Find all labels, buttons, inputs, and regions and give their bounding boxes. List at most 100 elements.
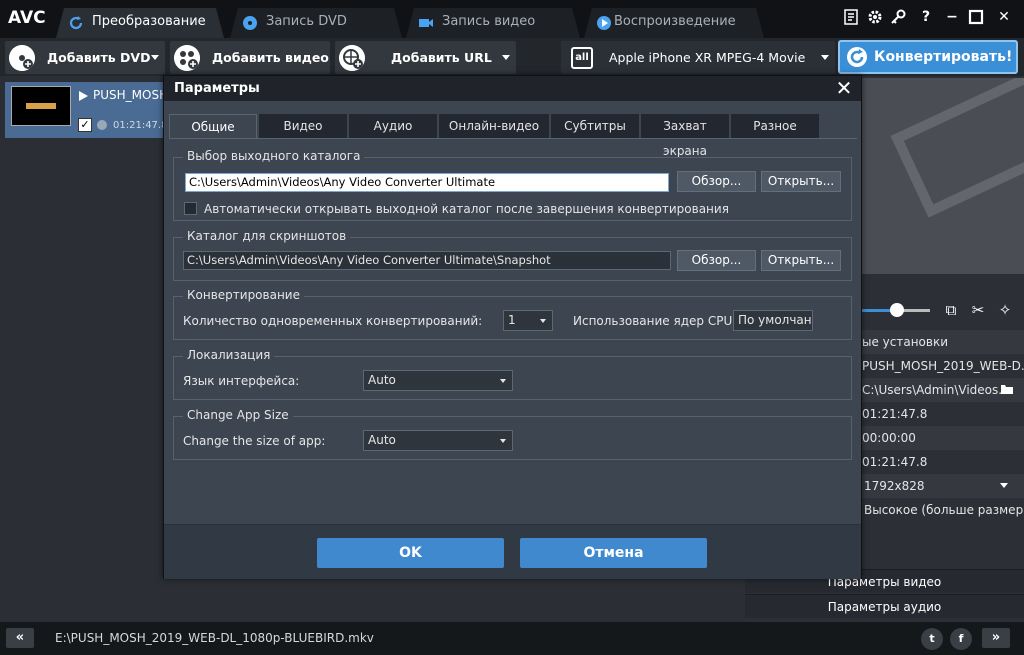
dialog-title-bar: Параметры <box>164 76 861 101</box>
group-label: Выбор выходного каталога <box>183 149 365 163</box>
tab-label: Запись видео <box>442 14 536 29</box>
tab-playback[interactable]: Воспроизведение <box>584 8 764 38</box>
close-icon[interactable]: ✕ <box>996 9 1012 25</box>
prop-quality[interactable]: Высокое (больше размер <box>860 498 1024 522</box>
collapse-left-button[interactable]: « <box>6 628 34 648</box>
chevron-down-icon[interactable] <box>502 55 510 60</box>
chevron-down-icon[interactable] <box>821 55 829 60</box>
status-bar: « E:\PUSH_MOSH_2019_WEB-DL_1080p-BLUEBIR… <box>0 622 1024 655</box>
facebook-icon[interactable]: f <box>950 628 972 650</box>
ok-button[interactable]: OK <box>317 538 504 568</box>
tab-dvd-burn[interactable]: Запись DVD <box>230 8 402 38</box>
snapshot-path-field[interactable]: C:\Users\Admin\Videos\Any Video Converte… <box>183 251 671 270</box>
play-icon[interactable] <box>77 90 89 102</box>
language-value: Auto <box>368 373 396 387</box>
prop-end-time[interactable]: 01:21:47.8 <box>860 450 1024 474</box>
tab-general[interactable]: Общие <box>169 114 257 139</box>
minimize-icon[interactable]: − <box>944 9 960 25</box>
add-video-icon <box>174 45 200 71</box>
globe-icon <box>339 45 365 71</box>
cancel-button[interactable]: Отмена <box>520 538 707 568</box>
properties-header: ые установки <box>860 330 1024 354</box>
output-open-button[interactable]: Открыть... <box>761 171 841 192</box>
prop-name[interactable]: PUSH_MOSH_2019_WEB-D... <box>860 354 1024 378</box>
output-path-field[interactable]: C:\Users\Admin\Videos\Any Video Converte… <box>185 173 669 192</box>
tab-label: Преобразование <box>92 14 206 29</box>
add-video-button[interactable]: Добавить видео <box>170 41 330 74</box>
auto-open-label: Автоматически открывать выходной каталог… <box>204 202 729 216</box>
maximize-icon[interactable] <box>968 9 984 25</box>
prop-start-time[interactable]: 00:00:00 <box>860 426 1024 450</box>
dialog-footer: OK Отмена <box>164 524 861 579</box>
chevron-down-icon <box>500 439 506 443</box>
file-name: PUSH_MOSH_2019_WEB-DL_1080p-BLUEBIRD.mkv <box>93 88 165 102</box>
profile-select[interactable]: all Apple iPhone XR MPEG-4 Movie (*.m... <box>561 41 835 98</box>
tab-online-video[interactable]: Онлайн-видео <box>439 114 549 139</box>
tab-label: Запись DVD <box>266 14 347 29</box>
expand-right-button[interactable]: » <box>982 628 1010 648</box>
prop-duration: 01:21:47.8 <box>862 407 928 421</box>
snapshot-browse-button[interactable]: Обзор... <box>677 250 756 271</box>
video-thumbnail <box>11 86 71 126</box>
conversion-group: Конвертирование Количество одновременных… <box>173 288 852 340</box>
auto-open-checkbox[interactable] <box>184 202 197 215</box>
cpu-value: По умолчани <box>738 313 813 327</box>
convert-refresh-icon <box>847 47 867 67</box>
tab-misc[interactable]: Разное <box>731 114 819 139</box>
chevron-down-icon[interactable] <box>151 55 159 60</box>
convert-label: Конвертировать! <box>874 49 1013 65</box>
snapshot-folder-group: Каталог для скриншотов C:\Users\Admin\Vi… <box>173 229 852 281</box>
magic-wand-icon[interactable]: ✧ <box>996 301 1014 319</box>
add-dvd-button[interactable]: Добавить DVD <box>5 41 165 74</box>
language-label: Язык интерфейса: <box>183 374 300 388</box>
group-label: Change App Size <box>183 408 293 422</box>
convert-button[interactable]: Конвертировать! <box>838 40 1018 74</box>
add-dvd-label: Добавить DVD <box>47 50 151 65</box>
app-size-group: Change App Size Change the size of app: … <box>173 408 852 460</box>
tab-subtitles[interactable]: Субтитры <box>551 114 639 139</box>
prop-output-dir-value: C:\Users\Admin\Videos... <box>862 383 1010 397</box>
tab-audio[interactable]: Аудио <box>349 114 437 139</box>
help-icon[interactable]: ? <box>918 9 934 25</box>
add-dvd-icon <box>9 45 35 71</box>
group-label: Локализация <box>183 348 275 362</box>
tab-video[interactable]: Видео <box>259 114 347 139</box>
add-url-label: Добавить URL <box>391 50 492 65</box>
slider-knob[interactable] <box>890 303 904 317</box>
dialog-close-icon[interactable]: ✕ <box>833 77 855 99</box>
menu-list-icon[interactable] <box>844 9 860 25</box>
folder-icon[interactable] <box>1000 383 1014 395</box>
localization-group: Локализация Язык интерфейса: Auto <box>173 348 852 400</box>
cpu-label: Использование ядер CPU <box>573 314 733 328</box>
cpu-select[interactable]: По умолчани <box>733 310 813 331</box>
tab-screen-capture[interactable]: Захват экрана <box>641 114 729 158</box>
simultaneous-value: 1 <box>508 313 516 327</box>
gear-icon[interactable] <box>867 9 883 25</box>
simultaneous-label: Количество одновременных конвертирований… <box>183 314 483 328</box>
snapshot-open-button[interactable]: Открыть... <box>761 250 841 271</box>
key-icon[interactable] <box>890 9 906 25</box>
app-size-select[interactable]: Auto <box>363 430 513 451</box>
copy-icon[interactable]: ⧉ <box>942 301 960 319</box>
film-icon <box>890 78 1024 218</box>
video-record-icon <box>418 15 434 31</box>
audio-params-button[interactable]: Параметры аудио <box>745 594 1024 618</box>
tab-video-record[interactable]: Запись видео <box>406 8 580 38</box>
dialog-title: Параметры <box>174 81 260 96</box>
chevron-down-icon[interactable] <box>1000 483 1008 489</box>
list-item[interactable]: PUSH_MOSH_2019_WEB-DL_1080p-BLUEBIRD.mkv… <box>5 82 168 138</box>
file-checkbox[interactable]: ✓ <box>78 118 92 132</box>
scissors-icon[interactable]: ✂ <box>969 301 987 319</box>
prop-resolution-value: 1792x828 <box>864 479 925 493</box>
tab-convert[interactable]: Преобразование <box>56 8 224 38</box>
tab-label: Воспроизведение <box>614 14 736 29</box>
add-url-button[interactable]: Добавить URL <box>335 41 516 74</box>
output-browse-button[interactable]: Обзор... <box>677 171 756 192</box>
status-path: E:\PUSH_MOSH_2019_WEB-DL_1080p-BLUEBIRD.… <box>55 631 374 645</box>
group-label: Конвертирование <box>183 288 304 302</box>
file-duration: 01:21:47.8 <box>113 120 168 131</box>
simultaneous-select[interactable]: 1 <box>503 310 553 331</box>
language-select[interactable]: Auto <box>363 370 513 391</box>
twitter-icon[interactable]: t <box>921 628 943 650</box>
group-label: Каталог для скриншотов <box>183 229 351 243</box>
